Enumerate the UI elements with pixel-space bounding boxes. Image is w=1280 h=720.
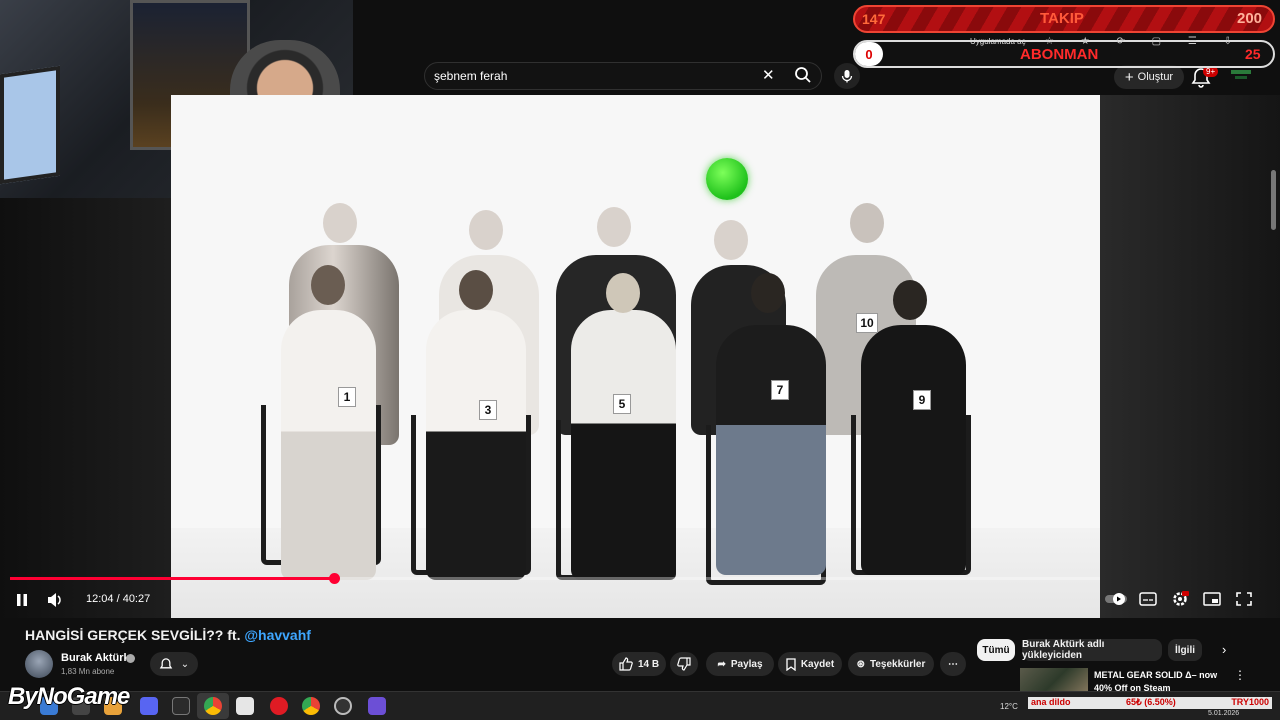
search-icon[interactable] <box>794 66 812 84</box>
more-icon: ⋯ <box>948 658 958 670</box>
follow-goal-label: TAKIP <box>1040 10 1084 27</box>
account-avatar-icon[interactable] <box>1230 68 1252 86</box>
ticker-text-mid: 65₺ (6.50%) <box>1126 697 1176 707</box>
video-title-text: HANGİSİ GERÇEK SEVGİLİ?? ft. <box>25 627 245 643</box>
person-front-4 <box>716 325 826 575</box>
video-frame[interactable]: 1 3 5 7 9 10 <box>171 95 1100 618</box>
app-icon[interactable] <box>172 697 190 715</box>
dislike-button[interactable] <box>670 652 698 676</box>
person-front-1-head <box>311 265 345 305</box>
number-tag: 7 <box>771 380 789 400</box>
plus-icon: + <box>1124 68 1134 86</box>
chip-related[interactable]: İlgili <box>1168 639 1202 661</box>
miniplayer-icon[interactable] <box>1203 591 1221 607</box>
thanks-label: Teşekkürler <box>869 658 926 670</box>
opera-icon[interactable] <box>270 697 288 715</box>
save-label: Kaydet <box>800 658 835 670</box>
verified-badge-icon <box>126 654 135 663</box>
like-button[interactable]: 14 B <box>612 652 666 676</box>
player-left-background <box>0 198 171 618</box>
player-right-background <box>1100 95 1280 618</box>
person-front-5 <box>861 325 966 575</box>
clear-search-icon[interactable]: ✕ <box>762 66 775 84</box>
save-button[interactable]: Kaydet <box>778 652 842 676</box>
monitor-image <box>0 65 60 185</box>
share-button[interactable]: ➦ Paylaş <box>706 652 774 676</box>
person-back-4-head <box>714 220 748 260</box>
bynogame-logo: ByNoGame <box>8 683 130 710</box>
open-in-app-link[interactable]: Uygulamada aç <box>970 37 1026 46</box>
number-tag: 1 <box>338 387 356 407</box>
chevron-down-icon: ⌄ <box>180 658 190 670</box>
chip-all[interactable]: Tümü <box>977 639 1015 661</box>
settings-gear-icon[interactable] <box>1171 591 1189 607</box>
subscription-goal-label: ABONMAN <box>1020 46 1099 63</box>
autoplay-toggle-icon[interactable] <box>1104 591 1128 607</box>
person-back-2-head <box>469 210 503 250</box>
fullscreen-icon[interactable] <box>1235 591 1253 607</box>
number-tag: 3 <box>479 400 497 420</box>
volume-icon[interactable] <box>46 592 64 608</box>
person-back-3-head <box>597 207 631 247</box>
follow-current-count: 147 <box>862 11 886 27</box>
discord-icon[interactable] <box>140 697 158 715</box>
bell-icon <box>159 658 173 669</box>
notepad-icon[interactable] <box>236 697 254 715</box>
person-front-3-head <box>606 273 640 313</box>
share-label: Paylaş <box>730 658 763 670</box>
mic-icon <box>841 70 853 83</box>
time-display: 12:04 / 40:27 <box>86 593 151 605</box>
progress-played <box>10 577 335 580</box>
person-front-5-head <box>893 280 927 320</box>
create-label: Oluştur <box>1137 71 1174 83</box>
subscriber-count: 1,83 Mn abone <box>61 667 115 676</box>
channel-avatar[interactable] <box>25 650 53 678</box>
number-tag: 10 <box>856 313 878 333</box>
search-query-text: şebnem ferah <box>434 69 508 83</box>
more-actions-button[interactable]: ⋯ <box>940 652 966 676</box>
person-front-4-head <box>751 273 785 313</box>
number-tag: 5 <box>613 394 631 414</box>
subtitles-icon[interactable] <box>1139 591 1157 607</box>
pause-icon[interactable] <box>14 592 30 608</box>
ad-menu-icon[interactable]: ⋮ <box>1234 668 1246 682</box>
title-mention-link[interactable]: @havvahf <box>244 627 311 643</box>
chip-uploader[interactable]: Burak Aktürk adlı yükleyiciden <box>1022 639 1162 661</box>
system-date[interactable]: 5.01.2026 <box>1208 710 1239 717</box>
number-tag: 9 <box>913 390 931 410</box>
create-button[interactable]: + Oluştur <box>1114 65 1184 89</box>
subscription-current-count: 0 <box>855 42 883 66</box>
ticker-text-left: ana dildo <box>1031 697 1071 707</box>
person-back-1-head <box>323 203 357 243</box>
app-2-icon[interactable] <box>368 697 386 715</box>
chrome-icon[interactable] <box>204 697 222 715</box>
person-back-5-head <box>850 203 884 243</box>
channel-name[interactable]: Burak Aktürk <box>61 652 130 664</box>
subscription-goal-target: 25 <box>1245 46 1261 62</box>
person-front-2-head <box>459 270 493 310</box>
weather-temperature[interactable]: 12°C <box>1000 702 1018 711</box>
chevron-right-icon[interactable]: › <box>1222 642 1226 657</box>
person-front-2 <box>426 310 526 580</box>
voice-search-button[interactable] <box>834 63 860 89</box>
share-icon: ➦ <box>717 658 726 670</box>
follow-goal-target: 200 <box>1237 10 1263 27</box>
thumbs-up-icon <box>619 657 633 671</box>
green-reaction-dot <box>706 158 748 200</box>
bookmark-icon <box>786 657 796 671</box>
chrome-profile-icon[interactable] <box>302 697 320 715</box>
thumbs-down-icon <box>677 657 691 671</box>
ticker-text-right: TRY1000 <box>1231 697 1269 707</box>
like-count: 14 B <box>637 658 660 670</box>
page-scrollbar[interactable] <box>1271 170 1276 230</box>
person-front-1 <box>281 310 376 580</box>
video-title: HANGİSİ GERÇEK SEVGİLİ?? ft. @havvahf <box>25 627 311 643</box>
notification-settings-button[interactable]: ⌄ <box>150 652 198 676</box>
thanks-icon: ⊛ <box>856 658 865 670</box>
thanks-button[interactable]: ⊛ Teşekkürler <box>848 652 934 676</box>
donation-ticker: ana dildo 65₺ (6.50%) TRY1000 <box>1028 697 1272 709</box>
person-front-3 <box>571 310 676 580</box>
obs-icon[interactable] <box>334 697 352 715</box>
